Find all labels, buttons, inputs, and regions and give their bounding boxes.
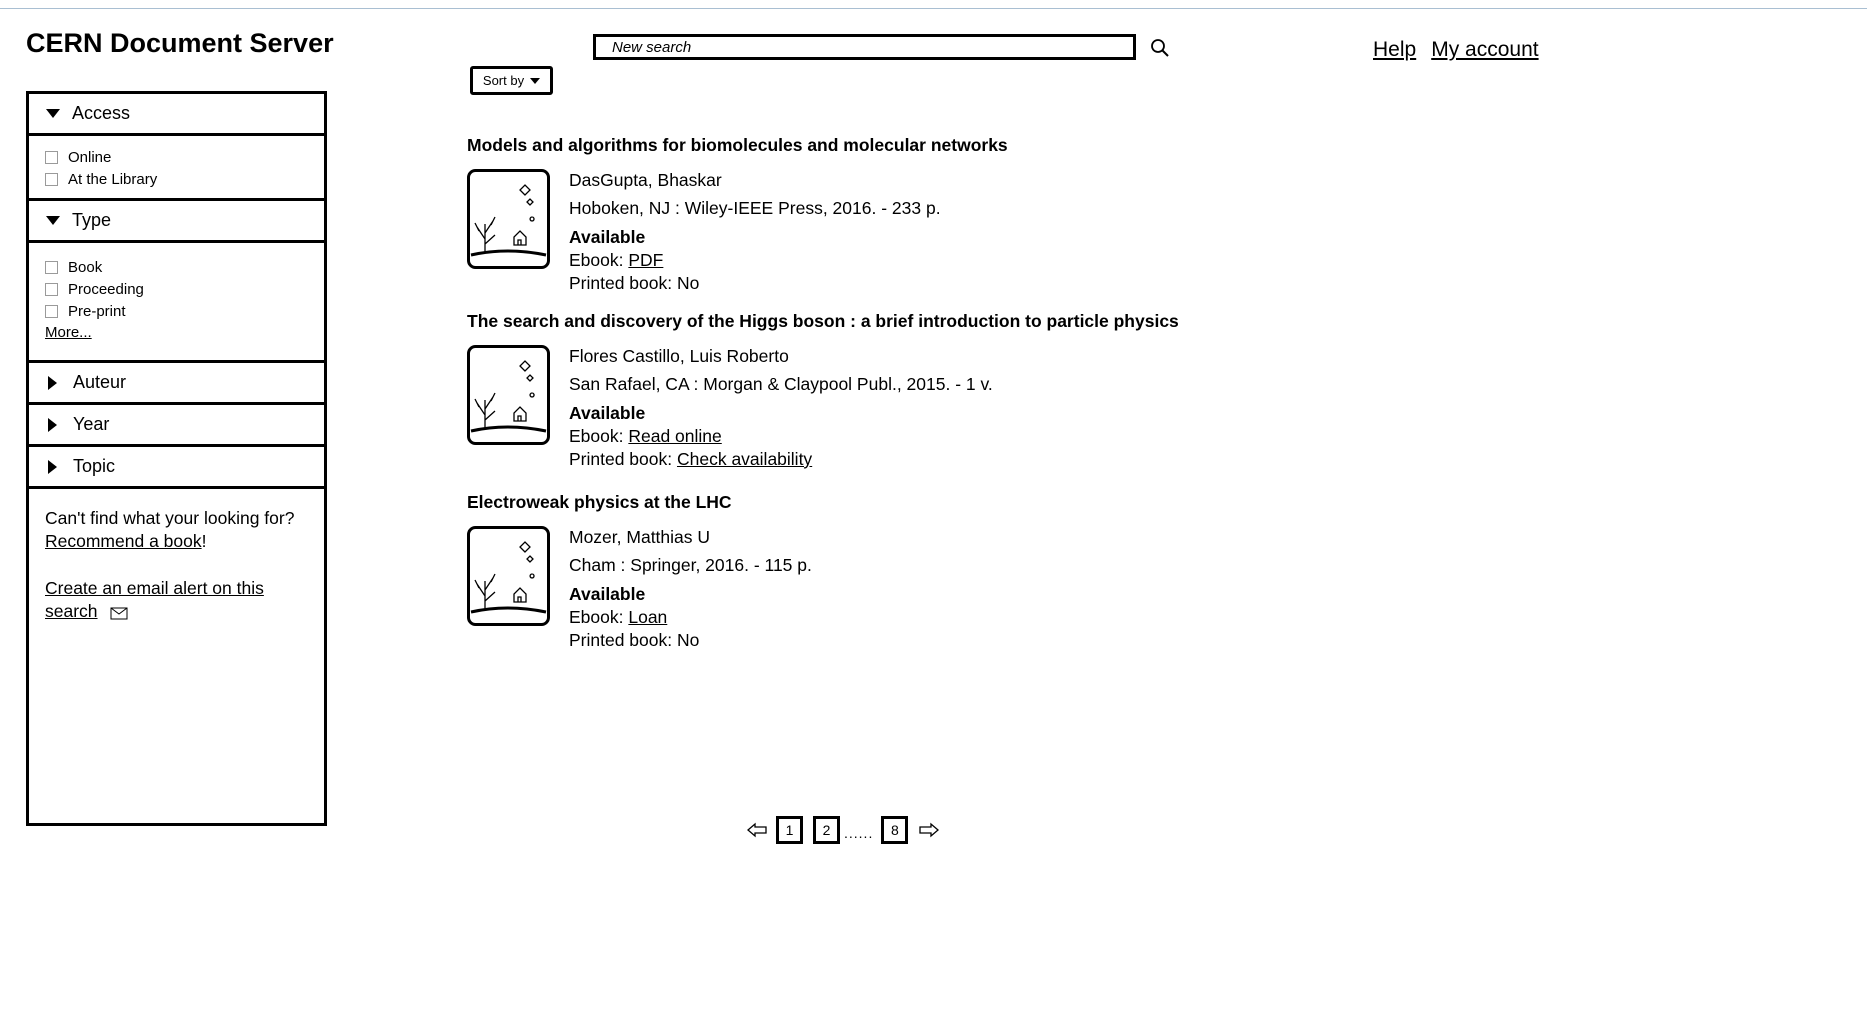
search-icon[interactable]: [1149, 37, 1171, 59]
facet-option-label: Pre-print: [68, 302, 126, 320]
facet-sidebar: Access Online At the Library Type Book P…: [26, 91, 327, 826]
caret-down-icon: [530, 77, 541, 84]
facet-type-label: Type: [72, 210, 112, 230]
header-links: Help My account: [1373, 38, 1539, 62]
facet-access-header[interactable]: Access: [29, 94, 324, 136]
printed-book-label: Printed book:: [569, 273, 677, 293]
search-input[interactable]: [593, 34, 1136, 60]
result-title[interactable]: Models and algorithms for biomolecules a…: [467, 135, 1008, 156]
facet-topic-header[interactable]: Topic: [29, 447, 324, 489]
pagination: 1 2 ...... 8: [746, 816, 940, 844]
facet-auteur-header[interactable]: Auteur: [29, 363, 324, 405]
check-availability-link[interactable]: Check availability: [677, 449, 812, 469]
ebook-label: Ebook:: [569, 250, 629, 270]
ebook-link[interactable]: PDF: [628, 250, 663, 270]
at-library-checkbox[interactable]: [45, 172, 58, 186]
result-details: Flores Castillo, Luis Roberto San Rafael…: [569, 345, 993, 471]
pagination-ellipsis: ......: [844, 825, 874, 841]
email-alert-link[interactable]: Create an email alert on this: [45, 578, 264, 598]
ebook-link[interactable]: Loan: [628, 607, 667, 627]
printed-book-value: No: [676, 630, 700, 650]
book-cover-placeholder-icon[interactable]: [467, 345, 550, 445]
result-publication: Cham : Springer, 2016. - 115 p.: [569, 555, 812, 575]
top-border-line: [0, 8, 1867, 9]
facet-type-header[interactable]: Type: [29, 201, 324, 243]
recommend-suffix: !: [201, 531, 207, 551]
more-types-link[interactable]: More...: [45, 324, 92, 341]
sort-by-button[interactable]: Sort by: [470, 66, 553, 95]
facet-option-label: Online: [68, 148, 112, 166]
expanded-triangle-icon: [46, 109, 60, 118]
page-button[interactable]: 1: [776, 816, 803, 844]
expanded-triangle-icon: [46, 216, 60, 225]
facet-topic-label: Topic: [73, 456, 116, 476]
page-button[interactable]: 8: [881, 816, 909, 844]
email-alert-link-continued[interactable]: search: [45, 600, 98, 623]
availability-status: Available: [569, 584, 646, 604]
ebook-link[interactable]: Read online: [628, 426, 721, 446]
result-details: DasGupta, Bhaskar Hoboken, NJ : Wiley-IE…: [569, 169, 941, 295]
facet-auteur-label: Auteur: [73, 372, 127, 392]
result-item: The search and discovery of the Higgs bo…: [467, 311, 1179, 469]
facet-option-preprint: Pre-print: [45, 300, 324, 322]
arrow-left-icon[interactable]: [746, 822, 768, 838]
facet-year-header[interactable]: Year: [29, 405, 324, 447]
result-publication: Hoboken, NJ : Wiley-IEEE Press, 2016. - …: [569, 198, 941, 218]
printed-book-label: Printed book:: [569, 630, 677, 650]
result-title[interactable]: The search and discovery of the Higgs bo…: [467, 311, 1179, 332]
facet-option-label: Book: [68, 258, 103, 276]
facet-year-label: Year: [73, 414, 110, 434]
collapsed-triangle-icon: [48, 375, 57, 390]
availability-status: Available: [569, 227, 646, 247]
app-title: CERN Document Server: [26, 28, 334, 58]
result-publication: San Rafael, CA : Morgan & Claypool Publ.…: [569, 374, 993, 394]
result-author: DasGupta, Bhaskar: [569, 170, 722, 190]
help-box: Can't find what your looking for? Recomm…: [29, 489, 324, 623]
facet-option-online: Online: [45, 146, 324, 168]
result-item: Electroweak physics at the LHC Mozer, Ma…: [467, 492, 812, 650]
result-author: Mozer, Matthias U: [569, 527, 711, 547]
facet-option-book: Book: [45, 256, 324, 278]
availability-status: Available: [569, 403, 646, 423]
proceeding-checkbox[interactable]: [45, 282, 58, 296]
collapsed-triangle-icon: [48, 417, 57, 432]
ebook-label: Ebook:: [569, 426, 629, 446]
facet-option-at-library: At the Library: [45, 168, 324, 190]
facet-access-label: Access: [72, 103, 131, 123]
preprint-checkbox[interactable]: [45, 304, 58, 318]
result-details: Mozer, Matthias U Cham : Springer, 2016.…: [569, 526, 812, 652]
recommend-book-link[interactable]: Recommend a book: [45, 531, 202, 551]
book-cover-placeholder-icon[interactable]: [467, 169, 550, 269]
book-checkbox[interactable]: [45, 260, 58, 274]
result-author: Flores Castillo, Luis Roberto: [569, 346, 789, 366]
facet-access-options: Online At the Library: [29, 136, 324, 201]
facet-option-label: At the Library: [68, 170, 158, 188]
result-item: Models and algorithms for biomolecules a…: [467, 135, 1008, 293]
result-title[interactable]: Electroweak physics at the LHC: [467, 492, 732, 513]
page-button[interactable]: 2: [813, 816, 840, 844]
book-cover-placeholder-icon[interactable]: [467, 526, 550, 626]
printed-book-value: No: [676, 273, 700, 293]
help-question: Can't find what your looking for?: [45, 508, 295, 528]
sort-by-label: Sort by: [482, 73, 525, 88]
arrow-right-icon[interactable]: [918, 822, 940, 838]
printed-book-label: Printed book:: [569, 449, 677, 469]
envelope-icon[interactable]: [110, 607, 128, 620]
facet-option-label: Proceeding: [68, 280, 144, 298]
my-account-link[interactable]: My account: [1431, 38, 1538, 62]
help-link[interactable]: Help: [1373, 38, 1416, 62]
ebook-label: Ebook:: [569, 607, 629, 627]
facet-option-proceeding: Proceeding: [45, 278, 324, 300]
facet-type-options: Book Proceeding Pre-print More...: [29, 243, 324, 363]
online-checkbox[interactable]: [45, 150, 58, 164]
collapsed-triangle-icon: [48, 459, 57, 474]
